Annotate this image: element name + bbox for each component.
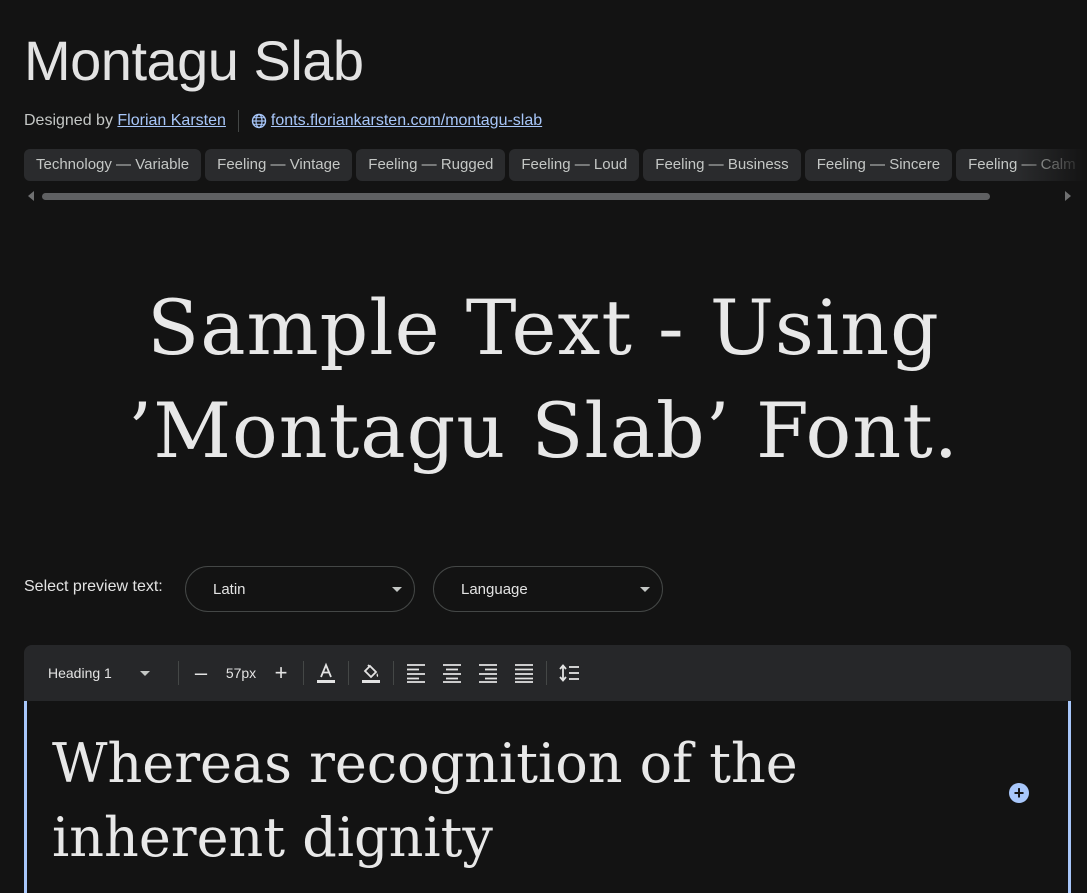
text-color-button[interactable] (308, 655, 344, 691)
divider (237, 110, 239, 132)
text-color-icon (317, 662, 335, 683)
toolbar-divider (178, 661, 179, 685)
website-link-text: fonts.floriankarsten.com/montagu-slab (270, 112, 543, 129)
align-justify-icon (515, 664, 533, 683)
tag-chip[interactable]: Feeling — Rugged (356, 149, 506, 181)
font-size-value[interactable]: 57px (219, 665, 263, 681)
tag-chip[interactable]: Feeling — Business (643, 149, 801, 181)
align-left-button[interactable] (398, 655, 434, 691)
plus-icon: + (1013, 783, 1025, 803)
increase-size-button[interactable]: + (263, 655, 299, 691)
tag-chip[interactable]: Feeling — Loud (509, 149, 640, 181)
align-center-icon (443, 664, 461, 683)
scroll-thumb[interactable] (42, 193, 990, 200)
scroll-right-icon[interactable] (1065, 191, 1071, 201)
tags-scrollbar[interactable] (24, 190, 1071, 202)
designer-link[interactable]: Florian Karsten (117, 112, 226, 130)
align-right-icon (479, 664, 497, 683)
tag-list: Technology — Variable Feeling — Vintage Fe… (24, 149, 1087, 182)
align-center-button[interactable] (434, 655, 470, 691)
align-right-button[interactable] (470, 655, 506, 691)
align-justify-button[interactable] (506, 655, 542, 691)
highlight-color-button[interactable] (353, 655, 389, 691)
decrease-size-button[interactable]: – (183, 655, 219, 691)
website-link[interactable]: fonts.floriankarsten.com/montagu-slab (251, 112, 542, 130)
toolbar-divider (393, 661, 394, 685)
language-select[interactable]: Language (433, 566, 663, 612)
scroll-left-icon[interactable] (28, 191, 34, 201)
add-block-button[interactable]: + (1009, 783, 1029, 803)
toolbar-divider (546, 661, 547, 685)
sample-line-2: ’Montagu Slab’ Font. (128, 386, 959, 475)
align-left-icon (407, 664, 425, 683)
tags-fade (1017, 149, 1087, 182)
paint-bucket-icon (362, 664, 380, 683)
preview-editor[interactable]: Whereas recognition of the inherent dign… (24, 701, 1071, 893)
globe-icon (251, 113, 267, 129)
chevron-down-icon (640, 587, 650, 592)
chevron-down-icon (140, 671, 150, 676)
style-select[interactable]: Heading 1 (24, 665, 174, 681)
line-height-icon (559, 664, 579, 682)
tag-chip[interactable]: Feeling — Sincere (804, 149, 953, 181)
language-select-value: Language (461, 580, 528, 598)
sample-text: Sample Text - Using ’Montagu Slab’ Font. (0, 276, 1087, 482)
script-select[interactable]: Latin (185, 566, 415, 612)
line-height-button[interactable] (551, 655, 587, 691)
script-select-value: Latin (213, 580, 246, 598)
designer-row: Designed by Florian Karsten fonts.floria… (24, 110, 542, 132)
editor-toolbar: Heading 1 – 57px + (24, 645, 1071, 701)
font-title: Montagu Slab (24, 29, 364, 92)
tag-chip[interactable]: Feeling — Vintage (205, 149, 353, 181)
editor-text[interactable]: Whereas recognition of the inherent dign… (52, 727, 952, 875)
designed-by-label: Designed by (24, 112, 113, 129)
tag-chip[interactable]: Technology — Variable (24, 149, 202, 181)
preview-text-label: Select preview text: (24, 578, 163, 595)
sample-line-1: Sample Text - Using (147, 283, 940, 372)
chevron-down-icon (392, 587, 402, 592)
style-select-value: Heading 1 (48, 665, 112, 681)
toolbar-divider (303, 661, 304, 685)
toolbar-divider (348, 661, 349, 685)
